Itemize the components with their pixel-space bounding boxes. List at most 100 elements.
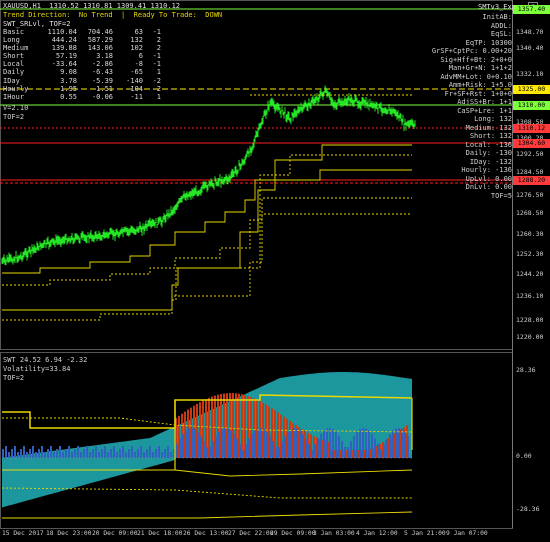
expert-panel-line: Medium: 132 bbox=[465, 123, 512, 132]
stats-cell: Hourly bbox=[3, 84, 29, 93]
histogram-bar-blue bbox=[2, 449, 4, 458]
histogram-bar-blue bbox=[302, 433, 304, 458]
volatility-area-bottom bbox=[2, 458, 412, 508]
stats-cell: 102 bbox=[130, 44, 143, 53]
expert-panel-line: Long: 132 bbox=[474, 115, 512, 123]
stats-row: Hourly 1.95 -1.51 -104 -2 bbox=[3, 85, 161, 93]
histogram-bar-blue bbox=[293, 428, 295, 458]
stats-cell: 139.88 bbox=[51, 44, 77, 53]
stats-cell: -6.43 bbox=[91, 68, 113, 77]
histogram-bar-blue bbox=[95, 446, 97, 458]
histogram-bar-blue bbox=[356, 432, 358, 458]
histogram-bar-blue bbox=[281, 441, 283, 458]
histogram-bar-blue bbox=[74, 449, 76, 458]
histogram-bar-blue bbox=[353, 436, 355, 458]
histogram-bar-blue bbox=[41, 446, 43, 458]
histogram-bar-blue bbox=[347, 447, 349, 458]
expert-panel-line: GrSF+CptPc: 0.00+20 bbox=[431, 47, 512, 55]
histogram-bar-red bbox=[241, 394, 243, 458]
histogram-bar-blue bbox=[392, 430, 394, 458]
histogram-bar-blue bbox=[122, 446, 124, 458]
price-axis-label: 1236.10 bbox=[516, 292, 544, 300]
histogram-bar-blue bbox=[59, 446, 61, 458]
histogram-bar-blue bbox=[203, 441, 205, 458]
histogram-bar-blue bbox=[218, 431, 220, 458]
stats-cell: Short bbox=[3, 52, 25, 61]
histogram-bar-blue bbox=[194, 429, 196, 458]
stats-row: Basic 1110.04 704.46 63 -1 bbox=[3, 28, 161, 36]
stats-cell: -1.51 bbox=[91, 84, 113, 93]
time-axis-label: 15 Dec 2017 bbox=[2, 530, 44, 537]
price-axis-label: 1276.50 bbox=[516, 191, 544, 199]
histogram-bar-blue bbox=[29, 449, 31, 458]
histogram-bar-blue bbox=[212, 441, 214, 458]
stats-table: Basic 1110.04 704.46 63 -1 Long 444.24 587.29 13… bbox=[3, 28, 161, 101]
stats-cell: -65 bbox=[130, 68, 143, 77]
histogram-bar-blue bbox=[332, 429, 334, 458]
stats-cell: 1.95 bbox=[60, 84, 77, 93]
histogram-bar-blue bbox=[200, 436, 202, 458]
histogram-bar-blue bbox=[275, 447, 277, 458]
histogram-bar-blue bbox=[329, 428, 331, 458]
histogram-bar-blue bbox=[116, 452, 118, 458]
trend-status: Trend Direction: No Trend | Ready To Tra… bbox=[3, 11, 223, 19]
histogram-bar-blue bbox=[344, 446, 346, 458]
histogram-bar-blue bbox=[290, 429, 292, 458]
stats-cell: -1 bbox=[152, 52, 161, 61]
histogram-bar-blue bbox=[167, 446, 169, 458]
histogram-bar-blue bbox=[131, 446, 133, 458]
histogram-bar-blue bbox=[266, 432, 268, 458]
histogram-bar-blue bbox=[377, 443, 379, 458]
sub-signal-line-5 bbox=[2, 511, 413, 519]
histogram-bar-blue bbox=[110, 449, 112, 458]
volatility-label: Volatility=33.84 bbox=[3, 365, 71, 373]
histogram-bar-blue bbox=[383, 444, 385, 458]
time-axis-label: 27 Dec 22:00 bbox=[228, 530, 274, 537]
price-axis-label: 1284.50 bbox=[516, 168, 544, 176]
histogram-bar-blue bbox=[146, 449, 148, 458]
sub-axis-zero: 0.00 bbox=[516, 452, 532, 460]
stats-cell: 63 bbox=[134, 28, 143, 36]
stats-cell: 132 bbox=[130, 36, 143, 45]
stats-cell: Daily bbox=[3, 68, 25, 77]
price-axis-label: 1332.10 bbox=[516, 70, 544, 78]
sub-axis-top: 28.36 bbox=[516, 366, 536, 374]
histogram-bar-blue bbox=[182, 433, 184, 458]
time-axis-label: 21 Dec 18:00 bbox=[137, 530, 183, 537]
histogram-bar-blue bbox=[14, 446, 16, 458]
histogram-bar-blue bbox=[368, 430, 370, 458]
expert-panel-line: EqSL: bbox=[490, 30, 512, 38]
price-axis-label: 1244.20 bbox=[516, 270, 544, 278]
histogram-bar-blue bbox=[245, 443, 247, 458]
stats-cell: -1 bbox=[152, 60, 161, 69]
histogram-bar-blue bbox=[224, 428, 226, 458]
stats-row: Short 57.19 3.18 6 -1 bbox=[3, 52, 161, 60]
histogram-bar-blue bbox=[209, 446, 211, 458]
histogram-bar-blue bbox=[176, 443, 178, 458]
histogram-bar-blue bbox=[188, 428, 190, 458]
stats-cell: -11 bbox=[130, 92, 143, 101]
expert-panel-line: TOF=5 bbox=[490, 191, 512, 200]
stats-cell: Basic bbox=[3, 28, 25, 36]
histogram-bar-blue bbox=[8, 452, 10, 458]
stats-row: IHour 0.55 -0.06 -11 1 bbox=[3, 93, 161, 101]
expert-panel-line: AdvMM+Lot: 0+0.10 bbox=[440, 72, 512, 81]
histogram-bar-blue bbox=[20, 449, 22, 458]
price-axis-label: 1268.50 bbox=[516, 209, 544, 217]
price-tag: 1310.12 bbox=[513, 124, 550, 133]
histogram-bar-blue bbox=[395, 428, 397, 458]
histogram-bar-blue bbox=[248, 438, 250, 458]
expert-title: SMTv3_Exp bbox=[478, 3, 516, 11]
stats-cell: -2 bbox=[152, 84, 161, 93]
histogram-bar-blue bbox=[155, 449, 157, 458]
histogram-bar-blue bbox=[299, 430, 301, 458]
histogram-bar-blue bbox=[125, 452, 127, 458]
histogram-bar-blue bbox=[71, 452, 73, 458]
stats-row: IDay 3.78 -5.39 -140 -2 bbox=[3, 77, 161, 85]
histogram-bar-blue bbox=[272, 441, 274, 458]
time-axis-label: 29 Dec 09:00 bbox=[270, 530, 316, 537]
expert-panel-line: Amm+Risk: 1+5.0 bbox=[448, 81, 512, 89]
sub-axis-bottom: -28.36 bbox=[516, 505, 540, 513]
histogram-bar-blue bbox=[386, 438, 388, 458]
stats-row: Daily 9.08 -6.43 -65 1 bbox=[3, 68, 161, 76]
